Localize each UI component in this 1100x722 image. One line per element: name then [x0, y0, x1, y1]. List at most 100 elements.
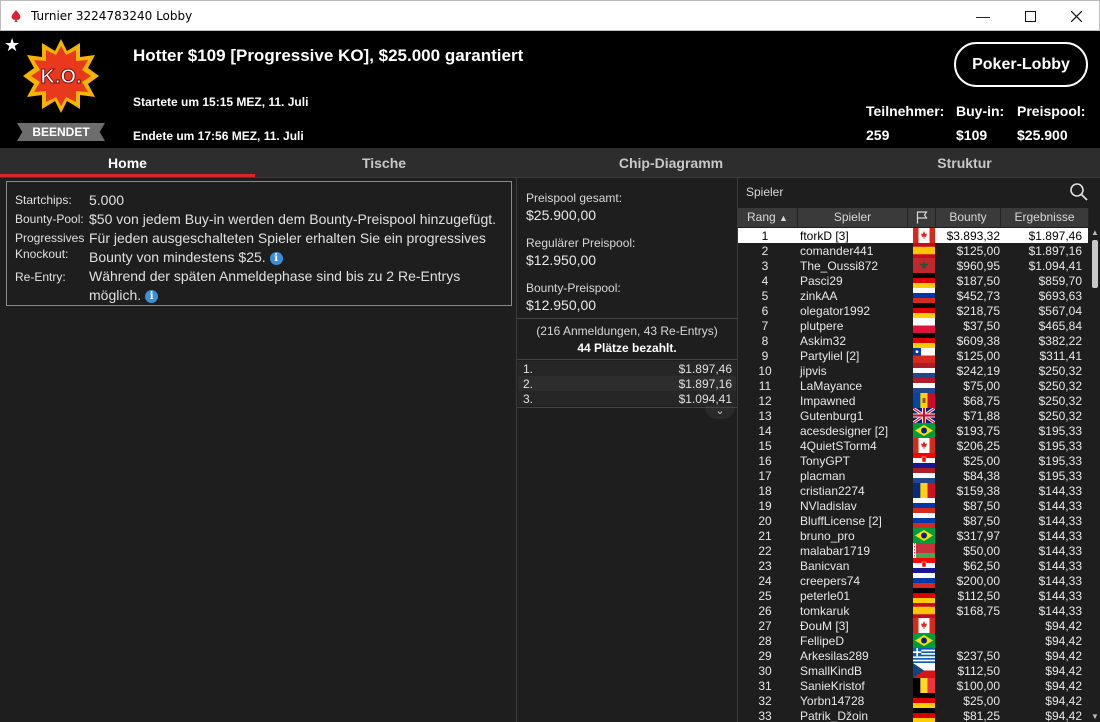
start-time: Startete um 15:15 MEZ, 11. Juli: [133, 95, 309, 109]
player-search-input[interactable]: [746, 185, 1066, 199]
greece-flag-icon: [913, 648, 935, 663]
player-row[interactable]: 5 zinkAA $452,73 $693,63: [738, 288, 1088, 303]
player-row[interactable]: 13 Gutenburg1 $71,88 $250,32: [738, 408, 1088, 423]
payout-amount: $1.094,41: [678, 392, 732, 406]
player-row[interactable]: 17 placman $84,38 $195,33: [738, 468, 1088, 483]
prizepool-panel: Preispool gesamt: $25.900,00 Regulärer P…: [516, 178, 737, 722]
belgium-flag-icon: [913, 678, 935, 693]
player-result: $144,33: [1038, 559, 1082, 573]
info-box: Startchips: 5.000 Bounty-Pool: $50 von j…: [6, 181, 512, 306]
info-icon[interactable]: i: [145, 289, 159, 303]
player-row[interactable]: 28 FellipeD $94,42: [738, 633, 1088, 648]
player-bounty: $237,50: [956, 649, 1000, 663]
player-bounty: $68,75: [963, 394, 1000, 408]
player-row[interactable]: 3 The_Oussi872 $960,95 $1.094,41: [738, 258, 1088, 273]
player-row[interactable]: 9 Partyliel [2] $125,00 $311,41: [738, 348, 1088, 363]
player-name: cristian2274: [800, 484, 865, 498]
player-row[interactable]: 25 peterle01 $112,50 $144,33: [738, 588, 1088, 603]
player-row[interactable]: 19 NVladislav $87,50 $144,33: [738, 498, 1088, 513]
player-row[interactable]: 20 BluffLicense [2] $87,50 $144,33: [738, 513, 1088, 528]
reentry-value-line1: Während der späten Anmeldephase sind bis…: [89, 268, 461, 284]
maximize-icon[interactable]: [1007, 1, 1053, 31]
player-result: $144,33: [1038, 574, 1082, 588]
player-row[interactable]: 4 Pasci29 $187,50 $859,70: [738, 273, 1088, 288]
info-icon[interactable]: i: [269, 251, 283, 265]
player-bounty: $81,25: [963, 709, 1000, 722]
player-result: $94,42: [1045, 649, 1082, 663]
player-row[interactable]: 30 SmallKindB $112,50 $94,42: [738, 663, 1088, 678]
startchips-value: 5.000: [89, 192, 125, 208]
player-row[interactable]: 8 Askim32 $609,38 $382,22: [738, 333, 1088, 348]
player-row[interactable]: 27 ĐouM [3] $94,42: [738, 618, 1088, 633]
player-row[interactable]: 26 tomkaruk $168,75 $144,33: [738, 603, 1088, 618]
croatia-flag-icon: [913, 453, 935, 468]
player-rank: 29: [758, 649, 772, 663]
canada-flag-icon: [913, 228, 935, 243]
player-row[interactable]: 15 4QuietSTorm4 $206,25 $195,33: [738, 438, 1088, 453]
player-row[interactable]: 11 LaMayance $75,00 $250,32: [738, 378, 1088, 393]
player-row[interactable]: 31 SanieKristof $100,00 $94,42: [738, 678, 1088, 693]
player-rank: 25: [758, 589, 772, 603]
column-bounty[interactable]: Bounty: [936, 208, 1001, 227]
poker-lobby-button[interactable]: Poker-Lobby: [954, 42, 1088, 87]
player-name: Partyliel [2]: [800, 349, 860, 363]
player-row[interactable]: 24 creepers74 $200,00 $144,33: [738, 573, 1088, 588]
player-name: Pasci29: [800, 274, 843, 288]
tab-chip-chart[interactable]: Chip-Diagramm: [513, 148, 829, 178]
minimize-icon[interactable]: —: [960, 1, 1006, 31]
player-row[interactable]: 18 cristian2274 $159,38 $144,33: [738, 483, 1088, 498]
player-rank: 10: [758, 364, 772, 378]
column-country[interactable]: [908, 208, 936, 227]
payout-amount: $1.897,46: [678, 362, 732, 376]
player-rank: 7: [761, 319, 769, 333]
player-row[interactable]: 2 comander441 $125,00 $1.897,16: [738, 243, 1088, 258]
reentry-value-text: möglich.: [89, 287, 142, 303]
netherlands-flag-icon: [913, 363, 935, 378]
column-rank[interactable]: Rang ▲: [738, 208, 798, 227]
column-player[interactable]: Spieler: [798, 208, 908, 227]
player-name: creepers74: [800, 574, 861, 588]
player-row[interactable]: 33 Patrik_Džoin $81,25 $94,42: [738, 708, 1088, 722]
status-badge: BEENDET: [17, 123, 105, 141]
scroll-thumb[interactable]: [1092, 240, 1098, 288]
player-row[interactable]: 21 bruno_pro $317,97 $144,33: [738, 528, 1088, 543]
germany-flag-icon: [913, 303, 935, 318]
player-row[interactable]: 14 acesdesigner [2] $193,75 $195,33: [738, 423, 1088, 438]
search-icon[interactable]: [1069, 182, 1089, 202]
scroll-up-icon[interactable]: ▲: [1091, 228, 1099, 238]
germany-flag-icon: [913, 693, 935, 708]
close-icon[interactable]: [1053, 1, 1099, 31]
player-row[interactable]: 22 malabar1719 $50,00 $144,33: [738, 543, 1088, 558]
player-bounty: $62,50: [963, 559, 1000, 573]
favorite-star-icon[interactable]: ★: [4, 35, 20, 56]
chile-flag-icon: [913, 348, 935, 363]
bounty-pool-label: Bounty-Preispool:: [526, 281, 621, 295]
player-name: TonyGPT: [800, 454, 851, 468]
player-row[interactable]: 23 Banicvan $62,50 $144,33: [738, 558, 1088, 573]
tab-tables[interactable]: Tische: [255, 148, 513, 178]
player-row[interactable]: 32 Yorbn14728 $25,00 $94,42: [738, 693, 1088, 708]
player-bounty: $50,00: [963, 544, 1000, 558]
player-row[interactable]: 12 Impawned $68,75 $250,32: [738, 393, 1088, 408]
scroll-down-icon[interactable]: ▼: [1091, 712, 1099, 722]
player-row[interactable]: 10 jipvis $242,19 $250,32: [738, 363, 1088, 378]
player-row[interactable]: 6 olegator1992 $218,75 $567,04: [738, 303, 1088, 318]
players-label: Teilnehmer:: [866, 103, 945, 119]
regular-pool-label: Regulärer Preispool:: [526, 236, 636, 250]
player-table-scrollbar[interactable]: ▲ ▼: [1089, 228, 1100, 722]
player-result: $250,32: [1038, 409, 1082, 423]
player-bounty: $242,19: [956, 364, 1000, 378]
player-row[interactable]: 16 TonyGPT $25,00 $195,33: [738, 453, 1088, 468]
column-result[interactable]: Ergebnisse: [1001, 208, 1089, 227]
player-row[interactable]: 1 ftorkD [3] $3.893,32 $1.897,46: [738, 228, 1088, 243]
player-result: $465,84: [1038, 319, 1082, 333]
player-row[interactable]: 7 plutpere $37,50 $465,84: [738, 318, 1088, 333]
tab-structure[interactable]: Struktur: [829, 148, 1100, 178]
player-rank: 11: [758, 379, 772, 393]
player-name: zinkAA: [800, 289, 838, 303]
pko-label-line2: Knockout:: [15, 247, 69, 261]
player-rank: 26: [758, 604, 772, 618]
player-row[interactable]: 29 Arkesilas289 $237,50 $94,42: [738, 648, 1088, 663]
player-result: $144,33: [1038, 484, 1082, 498]
tournament-info-panel: Startchips: 5.000 Bounty-Pool: $50 von j…: [0, 178, 516, 722]
